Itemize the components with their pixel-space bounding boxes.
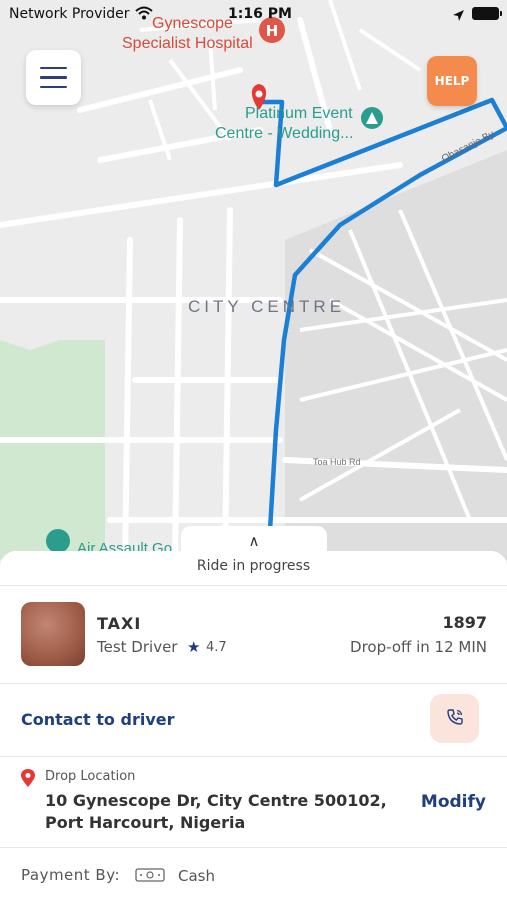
divider bbox=[0, 756, 507, 757]
contact-driver-link[interactable]: Contact to driver bbox=[21, 710, 174, 729]
drop-location-address: 10 Gynescope Dr, City Centre 500102, Por… bbox=[45, 790, 395, 834]
street-label-toa: Toa Hub Rd bbox=[313, 457, 361, 467]
carrier-name: Network Provider bbox=[9, 6, 130, 22]
divider bbox=[0, 585, 507, 586]
address-line2: Port Harcourt, Nigeria bbox=[45, 813, 246, 832]
cash-icon bbox=[135, 867, 165, 887]
help-button[interactable]: HELP bbox=[427, 56, 477, 106]
divider bbox=[0, 683, 507, 684]
dropoff-eta: Drop-off in 12 MIN bbox=[350, 638, 487, 656]
location-arrow-icon bbox=[452, 7, 465, 26]
menu-button[interactable] bbox=[26, 50, 81, 105]
hamburger-line bbox=[40, 76, 67, 79]
address-line1: 10 Gynescope Dr, City Centre 500102, bbox=[45, 791, 387, 810]
call-driver-button[interactable] bbox=[430, 694, 479, 743]
hamburger-menu-icon bbox=[40, 66, 67, 70]
status-time: 1:16 PM bbox=[228, 6, 292, 22]
map-pin-icon bbox=[21, 769, 35, 792]
poi-event-line2: Centre - Wedding... bbox=[215, 125, 354, 142]
payment-method: Cash bbox=[178, 867, 215, 885]
divider bbox=[0, 847, 507, 848]
poi-hospital-line2: Specialist Hospital bbox=[122, 35, 253, 52]
vehicle-type: TAXI bbox=[97, 614, 142, 633]
wifi-icon bbox=[135, 5, 153, 24]
star-icon: ★ bbox=[187, 638, 201, 656]
driver-avatar bbox=[21, 602, 85, 666]
battery-icon bbox=[472, 7, 502, 20]
area-label: CITY CENTRE bbox=[188, 297, 346, 316]
hamburger-line bbox=[40, 85, 67, 89]
poi-event-line1: Platinum Event bbox=[245, 105, 353, 122]
poi-event-label[interactable]: Platinum Event Centre - Wedding... bbox=[215, 104, 375, 144]
driver-rating: 4.7 bbox=[206, 640, 227, 655]
drop-location-label: Drop Location bbox=[45, 769, 136, 784]
modify-button[interactable]: Modify bbox=[421, 792, 486, 812]
phone-icon bbox=[445, 707, 465, 731]
payment-label: Payment By: bbox=[21, 866, 121, 884]
driver-name: Test Driver bbox=[97, 638, 178, 656]
trip-code: 1897 bbox=[442, 613, 487, 632]
status-bar: Network Provider 1:16 PM bbox=[0, 0, 507, 28]
ride-status: Ride in progress bbox=[196, 558, 311, 574]
